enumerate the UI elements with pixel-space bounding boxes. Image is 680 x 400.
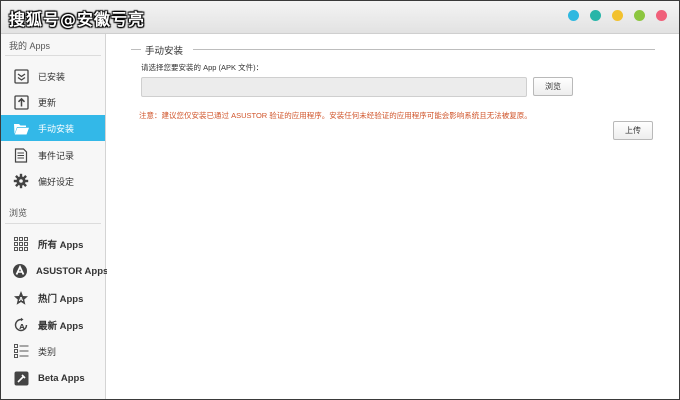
sidebar-item-label: 已安装: [38, 71, 66, 82]
sidebar-item-label: Beta Apps: [38, 372, 85, 384]
app-central-window: 搜狐号@安徽亏亮 我的 Apps 已安装 更新 手动安装 事件记录 偏好设定 浏…: [0, 0, 680, 400]
folder-open-icon: [12, 119, 30, 137]
star-icon: A: [12, 289, 30, 307]
sidebar-item-manual-install[interactable]: 手动安装: [1, 115, 105, 141]
upload-button[interactable]: 上传: [613, 121, 653, 140]
fieldset-border: [131, 49, 141, 50]
list-icon: [12, 342, 30, 360]
control-red-button[interactable]: [656, 10, 667, 21]
control-teal-button[interactable]: [590, 10, 601, 21]
sidebar-item-label: 事件记录: [38, 150, 75, 161]
sidebar-item-asustor-apps[interactable]: ASUSTOR Apps: [1, 258, 109, 284]
sidebar-item-label: 所有 Apps: [38, 240, 84, 251]
asustor-icon: [12, 262, 28, 280]
window-controls: [568, 10, 667, 21]
log-icon: [12, 146, 30, 164]
sidebar-item-label: ASUSTOR Apps: [36, 265, 109, 277]
sidebar-item-label: 更新: [38, 97, 57, 108]
sidebar-item-all-apps[interactable]: 所有 Apps: [1, 231, 105, 257]
section-label-my-apps: 我的 Apps: [9, 41, 51, 51]
sidebar-item-label: 手动安装: [38, 123, 75, 134]
update-icon: [12, 93, 30, 111]
sidebar-item-installed[interactable]: 已安装: [1, 63, 105, 89]
svg-text:A: A: [19, 297, 24, 303]
browse-button[interactable]: 浏览: [533, 77, 573, 96]
sidebar-item-update[interactable]: 更新: [1, 89, 105, 115]
grid-icon: [12, 235, 30, 253]
sidebar-item-event-log[interactable]: 事件记录: [1, 142, 105, 168]
title-bar[interactable]: 搜狐号@安徽亏亮: [1, 1, 679, 34]
sidebar-item-label: 热门 Apps: [38, 294, 84, 305]
control-blue-button[interactable]: [568, 10, 579, 21]
control-green-button[interactable]: [634, 10, 645, 21]
main-panel: 手动安装 请选择您要安装的 App (APK 文件)： 浏览 注意：建议您仅安装…: [107, 34, 679, 399]
sidebar-item-preferences[interactable]: 偏好设定: [1, 168, 105, 194]
sidebar-item-categories[interactable]: 类别: [1, 338, 105, 364]
fieldset-border: [193, 49, 655, 50]
svg-text:A: A: [19, 323, 25, 331]
section-title: 手动安装: [145, 46, 184, 57]
watermark-text: 搜狐号@安徽亏亮: [9, 10, 146, 29]
sidebar-item-new-apps[interactable]: A 最新 Apps: [1, 312, 105, 338]
new-apps-icon: A: [12, 316, 30, 334]
sidebar-item-beta-apps[interactable]: Beta Apps: [1, 365, 105, 391]
warning-text: 注意：建议您仅安装已通过 ASUSTOR 验证的应用程序。安装任何未经验证的应用…: [139, 111, 532, 120]
sidebar-item-label: 偏好设定: [38, 176, 75, 187]
apk-file-input[interactable]: [141, 77, 527, 97]
control-yellow-button[interactable]: [612, 10, 623, 21]
sidebar-item-label: 最新 Apps: [38, 321, 84, 332]
section-divider: [5, 55, 101, 56]
gear-icon: [12, 172, 30, 190]
section-divider: [5, 223, 101, 224]
beta-icon: [12, 369, 30, 387]
sidebar-item-popular-apps[interactable]: A 热门 Apps: [1, 285, 105, 311]
sidebar-item-label: 类别: [38, 346, 57, 357]
installed-icon: [12, 67, 30, 85]
sidebar: 我的 Apps 已安装 更新 手动安装 事件记录 偏好设定 浏览 所有 Apps…: [1, 34, 109, 399]
file-prompt-label: 请选择您要安装的 App (APK 文件)：: [141, 63, 264, 72]
section-label-browse: 浏览: [9, 208, 28, 218]
